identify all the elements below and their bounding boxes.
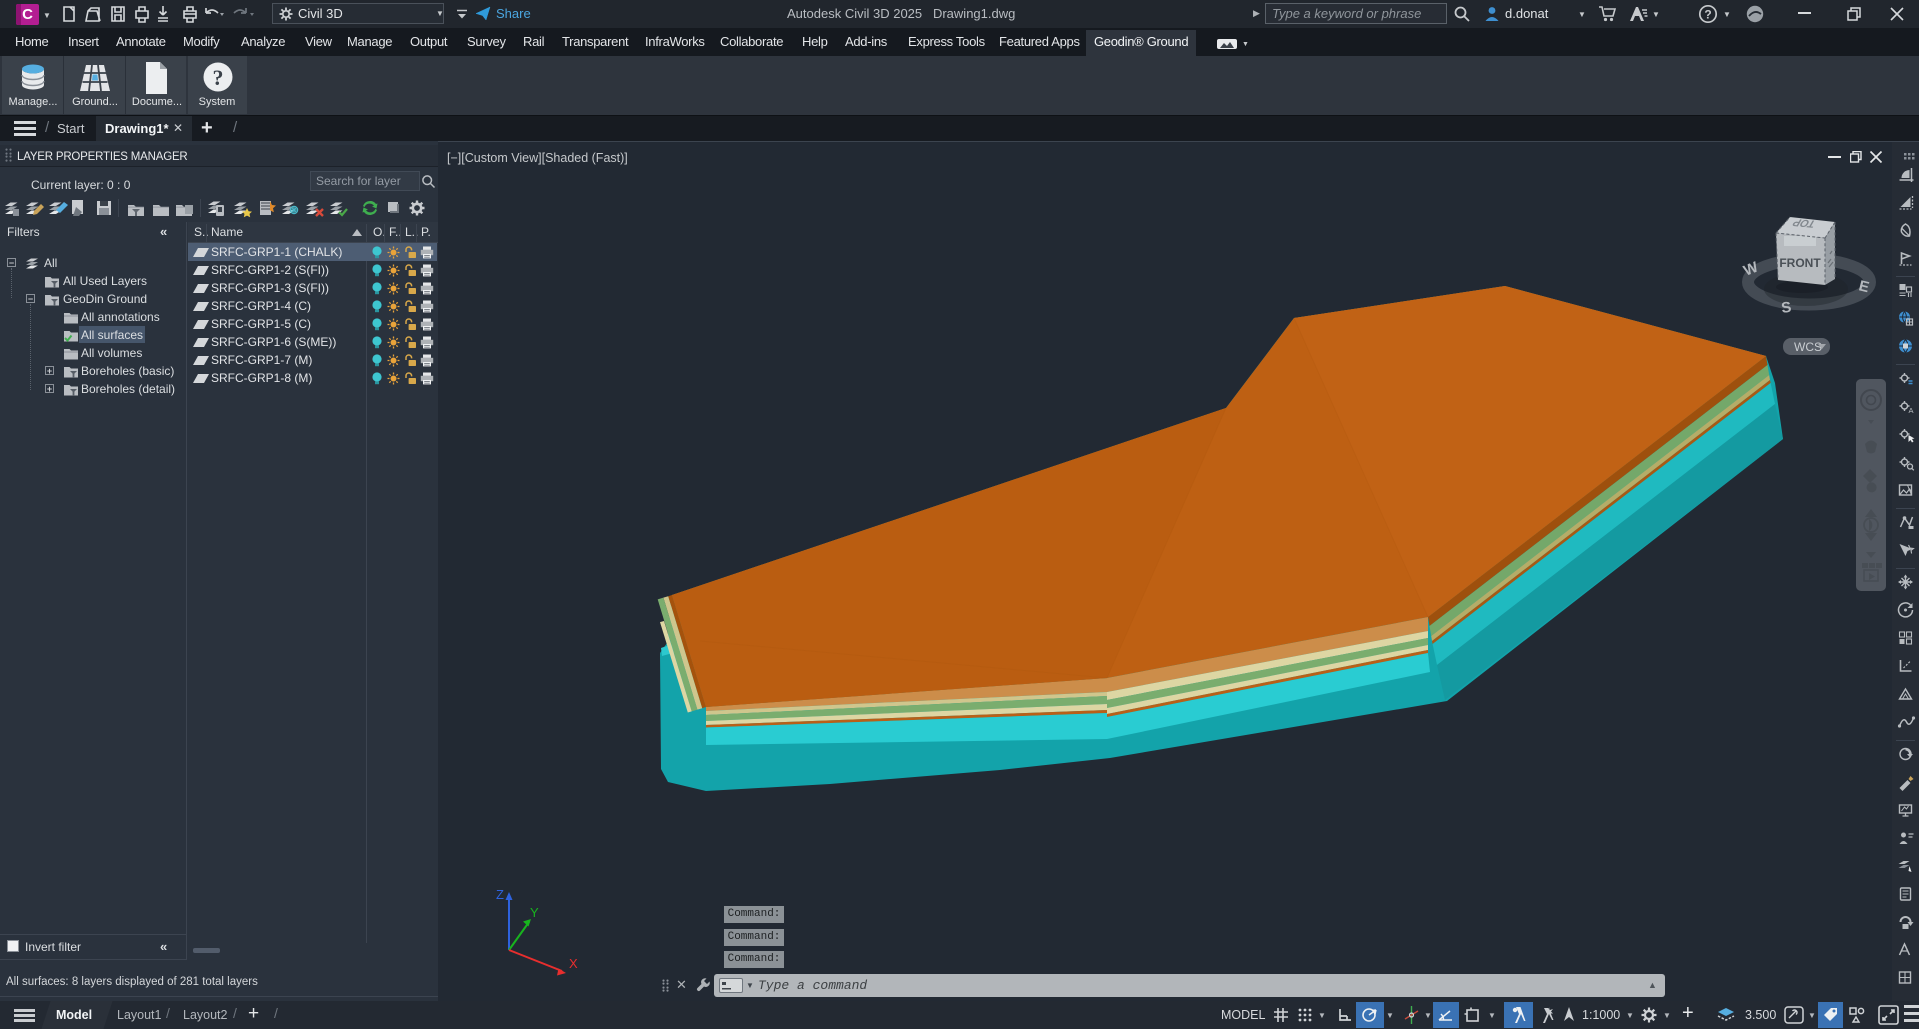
svg-text:Y: Y bbox=[530, 905, 539, 920]
svg-text:WCS: WCS bbox=[1794, 340, 1822, 354]
svg-text:A: A bbox=[1909, 406, 1914, 415]
svg-text:?: ? bbox=[213, 65, 224, 90]
svg-text:FRONT: FRONT bbox=[1779, 256, 1821, 270]
svg-text:Z: Z bbox=[496, 887, 504, 902]
svg-text:?: ? bbox=[1704, 8, 1711, 22]
svg-text:X: X bbox=[569, 956, 578, 971]
